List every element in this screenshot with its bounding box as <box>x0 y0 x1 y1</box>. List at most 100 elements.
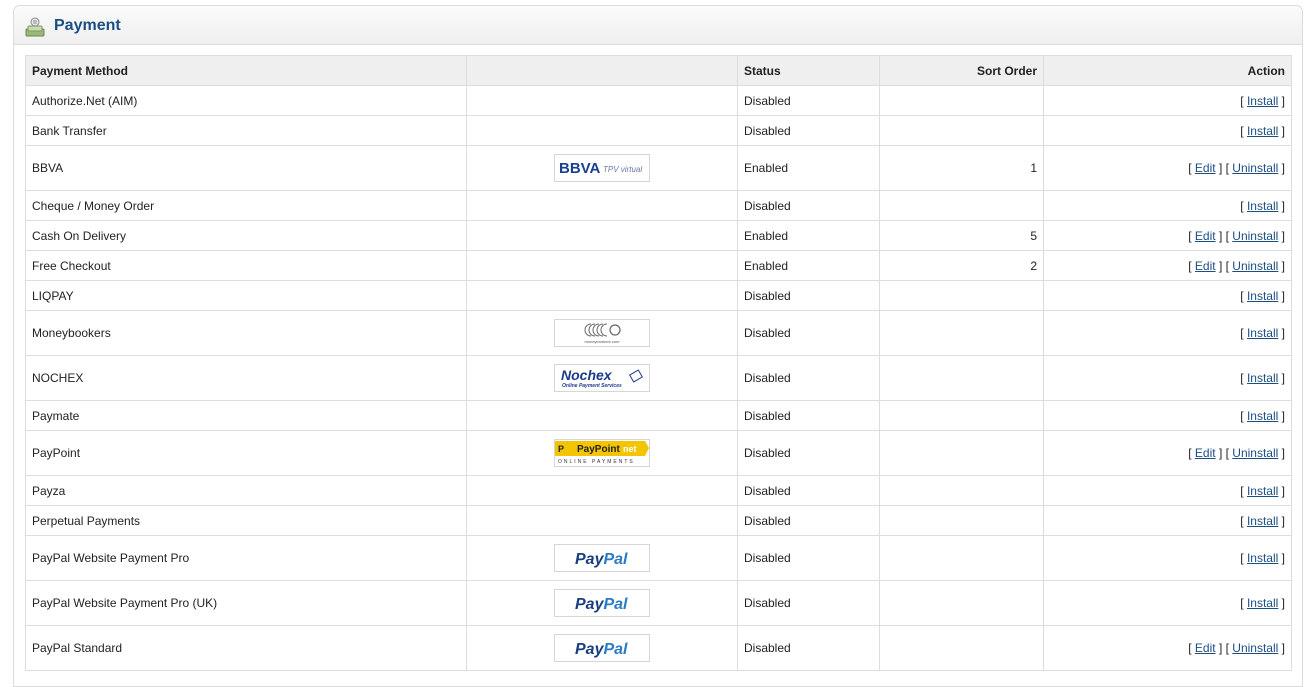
payment-method-sort-order <box>879 355 1044 401</box>
table-row: Paymate Disabled [ Install ] <box>25 400 1292 431</box>
payment-method-name: Moneybookers <box>25 310 467 356</box>
table-row: Free Checkout Enabled 2[ Edit ] [ Uninstal… <box>25 250 1292 281</box>
payment-method-sort-order <box>879 115 1044 146</box>
install-link-payza[interactable]: Install <box>1247 484 1278 498</box>
payment-method-name: Free Checkout <box>25 250 467 281</box>
install-link-moneybookers[interactable]: Install <box>1247 326 1278 340</box>
payment-method-logo-cell <box>466 505 738 536</box>
payment-method-name: Bank Transfer <box>25 115 467 146</box>
payment-methods-table: Payment Method Status Sort Order Action … <box>25 55 1292 671</box>
table-row: BBVA BBVA TPV virtual Enabled 1[ Edit ] [ Un… <box>25 145 1292 191</box>
svg-text:ONLINE PAYMENTS: ONLINE PAYMENTS <box>558 459 635 465</box>
svg-text:PayPal: PayPal <box>575 551 628 568</box>
payment-method-status: Disabled <box>737 190 880 221</box>
payment-method-actions: [ Install ] <box>1043 115 1292 146</box>
payment-method-logo-cell: moneybookers.com <box>466 310 738 356</box>
edit-link-paypal-standard[interactable]: Edit <box>1195 641 1216 655</box>
table-row: Payza Disabled [ Install ] <box>25 475 1292 506</box>
payment-method-actions: [ Install ] <box>1043 400 1292 431</box>
payment-method-status: Disabled <box>737 115 880 146</box>
payment-method-name: PayPal Website Payment Pro (UK) <box>25 580 467 626</box>
payment-method-logo-cell <box>466 85 738 116</box>
payment-method-logo-cell <box>466 190 738 221</box>
payment-method-status: Disabled <box>737 85 880 116</box>
payment-method-sort-order <box>879 505 1044 536</box>
edit-link-bbva[interactable]: Edit <box>1195 161 1216 175</box>
svg-text:net: net <box>623 444 637 454</box>
uninstall-link-free-checkout[interactable]: Uninstall <box>1232 259 1278 273</box>
payment-method-status: Disabled <box>737 505 880 536</box>
payment-method-name: Payza <box>25 475 467 506</box>
uninstall-link-bbva[interactable]: Uninstall <box>1232 161 1278 175</box>
install-link-paymate[interactable]: Install <box>1247 409 1278 423</box>
payment-method-logo-cell: P PayPoint net ONLINE PAYMENTS <box>466 430 738 476</box>
table-row: Perpetual Payments Disabled [ Install ] <box>25 505 1292 536</box>
column-header-sort-order: Sort Order <box>879 55 1044 86</box>
payment-method-actions: [ Install ] <box>1043 190 1292 221</box>
payment-method-logo-cell <box>466 400 738 431</box>
payment-method-sort-order: 2 <box>879 250 1044 281</box>
payment-method-actions: [ Edit ] [ Uninstall ] <box>1043 220 1292 251</box>
payment-method-name: Perpetual Payments <box>25 505 467 536</box>
payment-method-name: PayPoint <box>25 430 467 476</box>
install-link-liqpay[interactable]: Install <box>1247 289 1278 303</box>
payment-method-logo-cell <box>466 250 738 281</box>
install-link-perpetual-payments[interactable]: Install <box>1247 514 1278 528</box>
payment-method-name: LIQPAY <box>25 280 467 311</box>
payment-method-sort-order <box>879 85 1044 116</box>
payment-method-status: Disabled <box>737 580 880 626</box>
table-row: Bank Transfer Disabled [ Install ] <box>25 115 1292 146</box>
payment-method-status: Disabled <box>737 535 880 581</box>
payment-method-name: NOCHEX <box>25 355 467 401</box>
install-link-paypal-website-payment-pro[interactable]: Install <box>1247 551 1278 565</box>
payment-method-status: Disabled <box>737 280 880 311</box>
svg-text:PayPal: PayPal <box>575 596 628 613</box>
nochex-logo: Nochex Online Payment Services <box>554 364 650 392</box>
install-link-nochex[interactable]: Install <box>1247 371 1278 385</box>
payment-method-logo-cell <box>466 115 738 146</box>
paypal-logo: PayPal <box>554 634 650 662</box>
payment-method-status: Enabled <box>737 145 880 191</box>
uninstall-link-cash-on-delivery[interactable]: Uninstall <box>1232 229 1278 243</box>
table-row: PayPal Website Payment Pro (UK) PayPal Dis… <box>25 580 1292 626</box>
moneybookers-logo: moneybookers.com <box>554 319 650 347</box>
payment-method-sort-order <box>879 430 1044 476</box>
edit-link-free-checkout[interactable]: Edit <box>1195 259 1216 273</box>
payment-method-logo-cell: Nochex Online Payment Services <box>466 355 738 401</box>
payment-method-sort-order <box>879 190 1044 221</box>
payment-method-actions: [ Install ] <box>1043 535 1292 581</box>
table-row: PayPal Website Payment Pro PayPal Disabled… <box>25 535 1292 581</box>
payment-method-sort-order <box>879 310 1044 356</box>
payment-method-sort-order: 1 <box>879 145 1044 191</box>
edit-link-paypoint[interactable]: Edit <box>1195 446 1216 460</box>
payment-method-actions: [ Edit ] [ Uninstall ] <box>1043 145 1292 191</box>
uninstall-link-paypoint[interactable]: Uninstall <box>1232 446 1278 460</box>
install-link-paypal-website-payment-pro-uk[interactable]: Install <box>1247 596 1278 610</box>
uninstall-link-paypal-standard[interactable]: Uninstall <box>1232 641 1278 655</box>
svg-text:Nochex: Nochex <box>561 367 613 383</box>
payment-method-actions: [ Install ] <box>1043 505 1292 536</box>
payment-method-actions: [ Install ] <box>1043 85 1292 116</box>
table-row: Cheque / Money Order Disabled [ Install ] <box>25 190 1292 221</box>
payment-method-name: BBVA <box>25 145 467 191</box>
edit-link-cash-on-delivery[interactable]: Edit <box>1195 229 1216 243</box>
payment-panel: Payment Payment Method Status Sort Order… <box>13 5 1303 687</box>
paypoint-logo: P PayPoint net ONLINE PAYMENTS <box>554 439 650 467</box>
payment-method-actions: [ Edit ] [ Uninstall ] <box>1043 430 1292 476</box>
table-header-row: Payment Method Status Sort Order Action <box>25 55 1292 86</box>
install-link-authorize-net-aim[interactable]: Install <box>1247 94 1278 108</box>
paypal-logo: PayPal <box>554 544 650 572</box>
page-title: Payment <box>54 17 121 34</box>
payment-method-status: Disabled <box>737 430 880 476</box>
payment-method-actions: [ Install ] <box>1043 310 1292 356</box>
install-link-cheque-money-order[interactable]: Install <box>1247 199 1278 213</box>
install-link-bank-transfer[interactable]: Install <box>1247 124 1278 138</box>
payment-method-status: Disabled <box>737 400 880 431</box>
table-row: LIQPAY Disabled [ Install ] <box>25 280 1292 311</box>
payment-method-logo-cell: BBVA TPV virtual <box>466 145 738 191</box>
table-row: NOCHEX Nochex Online Payment Services Disab… <box>25 355 1292 401</box>
table-row: Authorize.Net (AIM) Disabled [ Install ] <box>25 85 1292 116</box>
payment-method-actions: [ Edit ] [ Uninstall ] <box>1043 250 1292 281</box>
payment-method-logo-cell: PayPal <box>466 535 738 581</box>
payment-method-name: Paymate <box>25 400 467 431</box>
